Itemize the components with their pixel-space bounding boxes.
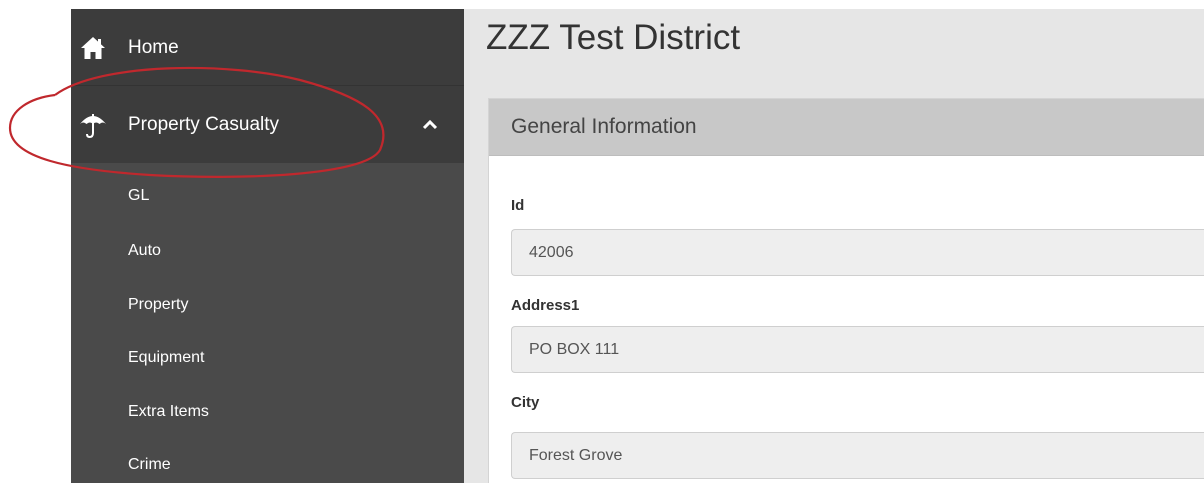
address1-label: Address1 — [511, 297, 580, 314]
app-window: Home Property Casualty GL Auto Property … — [0, 0, 1204, 483]
sidebar-item-home[interactable]: Home — [71, 9, 464, 85]
sidebar-subitem-extra-items[interactable]: Extra Items — [128, 403, 209, 421]
sidebar-subitem-auto[interactable]: Auto — [128, 242, 161, 260]
sidebar-item-property-casualty[interactable]: Property Casualty — [71, 85, 464, 163]
panel-heading: General Information — [489, 99, 1204, 156]
panel-title: General Information — [511, 115, 697, 138]
sidebar: Home Property Casualty GL Auto Property … — [71, 9, 464, 483]
sidebar-item-label: Property Casualty — [128, 113, 280, 135]
address1-field[interactable] — [511, 326, 1204, 373]
general-information-panel: General Information Id Address1 City — [488, 98, 1204, 483]
id-field[interactable] — [511, 229, 1204, 276]
sidebar-subitem-crime[interactable]: Crime — [128, 456, 171, 474]
id-label: Id — [511, 197, 525, 214]
sidebar-subitem-gl[interactable]: GL — [128, 187, 149, 205]
page-title: ZZZ Test District — [486, 18, 741, 57]
city-field[interactable] — [511, 432, 1204, 479]
city-label: City — [511, 394, 540, 411]
umbrella-icon — [79, 111, 107, 139]
sidebar-subitem-property[interactable]: Property — [128, 296, 188, 314]
main-content: ZZZ Test District General Information Id… — [464, 9, 1204, 483]
chevron-up-icon[interactable] — [420, 115, 440, 135]
sidebar-item-label: Home — [128, 37, 179, 58]
sidebar-subitem-equipment[interactable]: Equipment — [128, 349, 205, 367]
home-icon — [79, 34, 107, 62]
